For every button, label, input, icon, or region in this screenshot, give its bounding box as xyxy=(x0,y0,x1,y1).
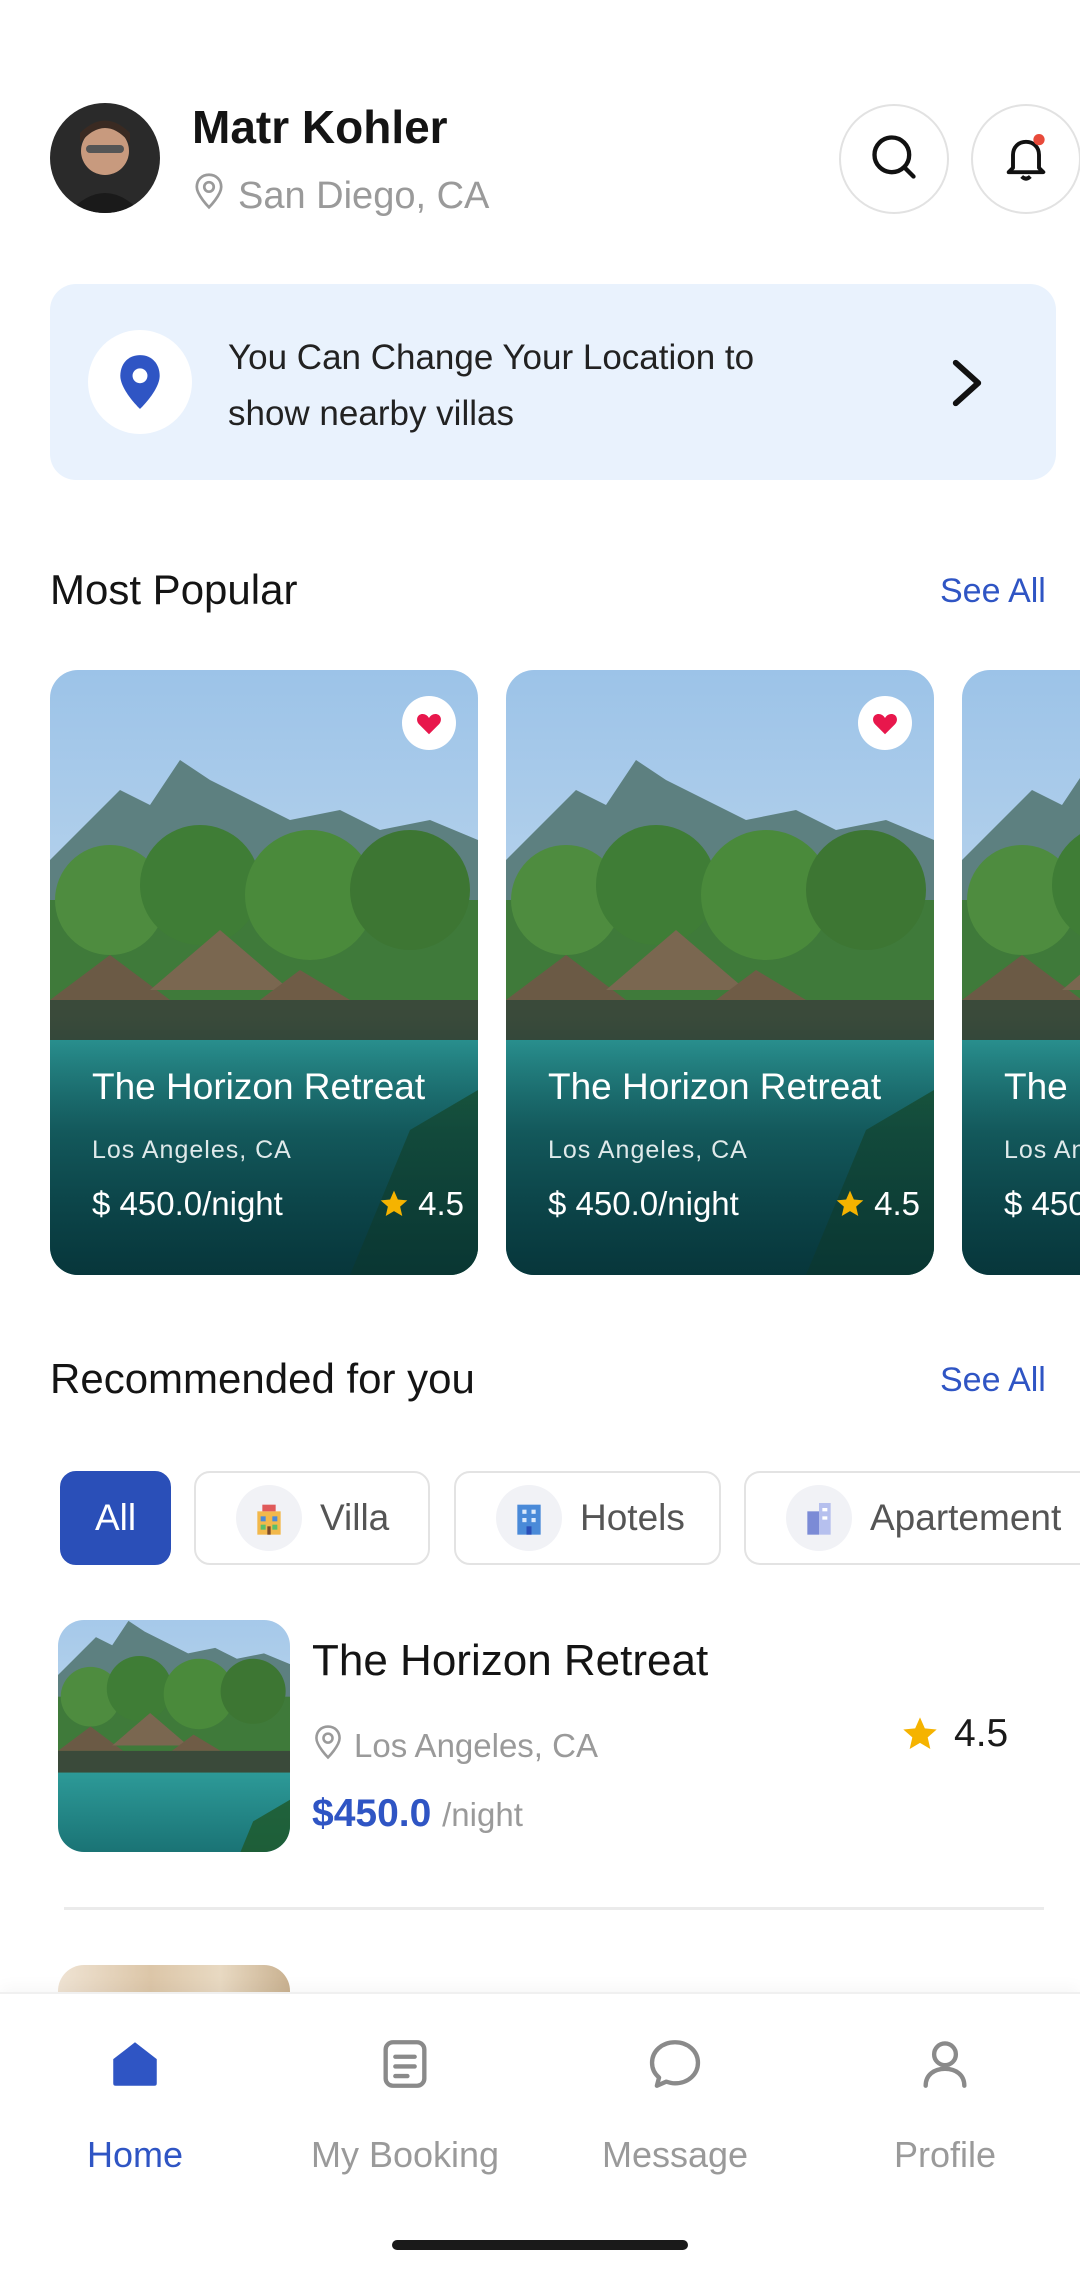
villa-icon xyxy=(236,1485,302,1551)
card-title: The Horizon Retreat xyxy=(548,1066,882,1107)
recommended-item-price: $450.0 /night xyxy=(312,1792,523,1835)
popular-card[interactable]: The Horizon Retreat Los Angeles, CA $ 45… xyxy=(50,670,478,1275)
nav-profile[interactable]: Profile xyxy=(810,2035,1080,2176)
chevron-right-icon[interactable] xyxy=(945,356,989,415)
recommended-item-rating: 4.5 xyxy=(900,1712,1008,1756)
bell-icon xyxy=(1000,131,1052,188)
card-rating: 4.5 xyxy=(378,1185,464,1223)
price-unit: /night xyxy=(442,1796,523,1833)
card-title: The Horizon Retreat xyxy=(1004,1066,1080,1107)
list-divider xyxy=(64,1907,1044,1910)
card-price: $ 450.0/night xyxy=(548,1185,739,1222)
star-icon xyxy=(378,1188,410,1220)
star-icon xyxy=(834,1188,866,1220)
most-popular-title: Most Popular xyxy=(50,566,298,613)
nav-my-booking[interactable]: My Booking xyxy=(270,2035,540,2176)
favorite-heart-icon[interactable] xyxy=(858,696,912,750)
user-name: Matr Kohler xyxy=(192,101,448,153)
filter-chip-villa[interactable]: Villa xyxy=(194,1471,430,1565)
hotel-icon xyxy=(496,1485,562,1551)
card-rating: 4.5 xyxy=(834,1185,920,1223)
filter-chip-apartement[interactable]: Apartement xyxy=(744,1471,1080,1565)
search-icon xyxy=(868,131,920,188)
recommended-item-image[interactable] xyxy=(58,1620,290,1852)
home-icon xyxy=(106,2035,164,2098)
nav-message[interactable]: Message xyxy=(540,2035,810,2176)
star-icon xyxy=(900,1714,940,1754)
profile-icon xyxy=(916,2035,974,2098)
popular-card[interactable]: The Horizon Retreat Los Angeles, CA $ 45… xyxy=(506,670,934,1275)
booking-icon xyxy=(376,2035,434,2098)
recommended-item-location: Los Angeles, CA xyxy=(312,1724,598,1768)
recommended-item-title[interactable]: The Horizon Retreat xyxy=(312,1636,708,1686)
apartment-icon xyxy=(786,1485,852,1551)
user-location: San Diego, CA xyxy=(192,172,489,220)
nav-home[interactable]: Home xyxy=(0,2035,270,2176)
popular-card[interactable]: The Horizon Retreat Los Angeles, CA $ 45… xyxy=(962,670,1080,1275)
card-price: $ 450.0/night xyxy=(92,1185,283,1222)
card-location: Los Angeles, CA xyxy=(548,1136,748,1164)
card-title: The Horizon Retreat xyxy=(92,1066,426,1107)
message-icon xyxy=(646,2035,704,2098)
recommended-see-all-link[interactable]: See All xyxy=(940,1361,1046,1400)
user-location-text: San Diego, CA xyxy=(238,174,490,217)
location-pin-icon xyxy=(312,1724,344,1768)
card-location: Los Angeles, CA xyxy=(92,1136,292,1164)
filter-chip-all[interactable]: All xyxy=(60,1471,171,1565)
recommended-title: Recommended for you xyxy=(50,1355,475,1402)
card-price: $ 450.0/night xyxy=(1004,1185,1080,1222)
card-location: Los Angeles, CA xyxy=(1004,1136,1080,1164)
notifications-button[interactable] xyxy=(971,104,1080,214)
banner-text: You Can Change Your Location to show nea… xyxy=(228,338,755,433)
home-indicator xyxy=(392,2240,688,2250)
filter-chip-hotels[interactable]: Hotels xyxy=(454,1471,721,1565)
popular-see-all-link[interactable]: See All xyxy=(940,572,1046,611)
avatar[interactable] xyxy=(50,103,160,213)
location-pin-icon xyxy=(192,172,226,220)
favorite-heart-icon[interactable] xyxy=(402,696,456,750)
search-button[interactable] xyxy=(839,104,949,214)
map-pin-icon xyxy=(88,330,192,434)
